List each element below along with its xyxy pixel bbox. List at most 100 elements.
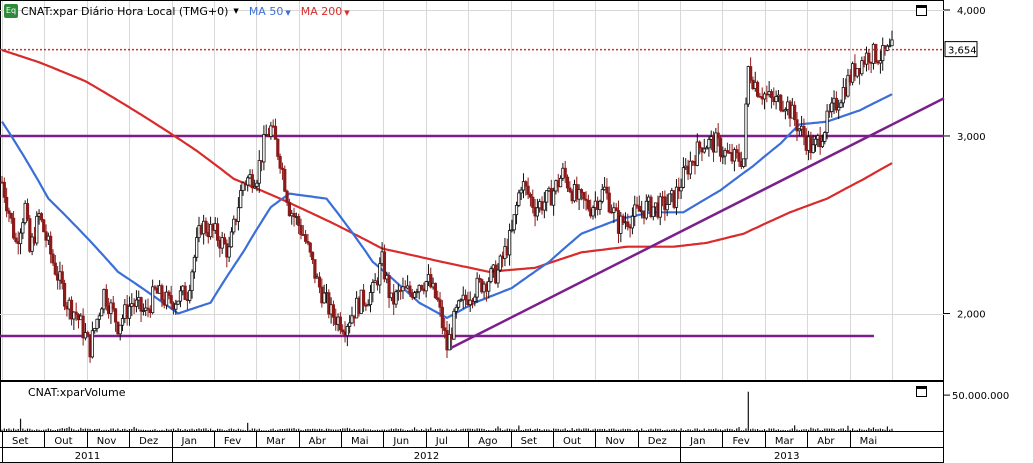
candle-body [614, 207, 618, 211]
last-price-marker: 3,654 [0, 41, 978, 58]
candle-body [419, 284, 424, 290]
candle-body [463, 294, 468, 301]
candle-body [607, 192, 611, 213]
candle-body [424, 281, 428, 292]
ma50-path [1, 93, 893, 320]
candle-body [605, 186, 609, 194]
month-label: Ago [478, 436, 497, 447]
candle-body [111, 302, 115, 310]
candle-body [97, 315, 101, 320]
candle-body [229, 231, 234, 248]
month-label: Jun [392, 436, 409, 447]
y-tick-label: 3,000 [957, 132, 986, 143]
candle-body [160, 285, 164, 301]
candle-body [512, 214, 516, 231]
candle-body [749, 66, 753, 81]
candle-body [169, 295, 173, 304]
volume-tick-label: 50.000.000 [952, 391, 1009, 402]
candle-body [195, 237, 199, 258]
candle-body [151, 286, 155, 314]
gridlines [0, 1, 944, 380]
candle-body [681, 167, 686, 188]
candle-body [167, 291, 171, 296]
candle-body [236, 207, 241, 222]
candle-body [176, 300, 180, 305]
candle-body [744, 103, 748, 160]
volume-axis: 50.000.000 [944, 391, 1009, 402]
month-label: Jan [689, 436, 705, 447]
ma200-legend[interactable]: MA 200 ▼ [301, 5, 350, 18]
maximize-icon[interactable] [916, 386, 927, 397]
candle-body [769, 91, 774, 99]
candle-body [839, 102, 843, 108]
candle-body [313, 259, 317, 279]
candle-body [626, 221, 630, 228]
candle-body [239, 190, 243, 209]
symbol-label[interactable]: CNAT:xpar Diário Hora Local (TMG+0) [21, 5, 228, 18]
candle-body [204, 220, 208, 233]
candle-body [250, 174, 254, 189]
ma50-label: MA 50 [248, 4, 284, 18]
maximize-icon[interactable] [916, 5, 927, 16]
candle-body [528, 193, 533, 198]
candle-body [813, 138, 818, 146]
candle-body [507, 230, 512, 256]
candle-body [95, 318, 99, 329]
candle-body [456, 300, 461, 308]
volume-panel-frame [0, 381, 944, 432]
candle-body [545, 190, 549, 203]
candle-body [526, 185, 530, 195]
candle-body [524, 181, 528, 187]
candle-body [443, 327, 447, 331]
candle-body [707, 139, 711, 149]
candle-body [658, 196, 662, 218]
month-label: Mai [351, 436, 369, 447]
candle-body [317, 276, 322, 288]
candle-body [127, 305, 132, 319]
candle-body [338, 316, 342, 331]
month-label: Out [54, 436, 72, 447]
candle-body [802, 125, 806, 137]
candle-body [579, 189, 584, 193]
candle-body [139, 297, 143, 312]
candle-body [552, 190, 556, 206]
candle-body [487, 281, 491, 292]
candle-body [412, 292, 417, 298]
candle-body [874, 43, 878, 63]
month-label: Dez [139, 436, 158, 447]
month-label: Abr [309, 436, 327, 447]
year-label: 2012 [414, 451, 439, 462]
candle-body [667, 193, 672, 205]
candle-body [433, 282, 438, 299]
candle-body [531, 196, 535, 208]
month-label: Set [521, 436, 538, 447]
candle-body [120, 318, 125, 326]
candle-body [438, 299, 442, 308]
candle-body [104, 289, 108, 307]
candle-body [215, 223, 220, 241]
candle-body [322, 292, 326, 304]
candle-body [688, 160, 692, 175]
candle-body [255, 182, 259, 187]
month-label: Jul [435, 436, 448, 447]
chart-window: 4,000 3,000 2,000 50.000.000 3,654 Set Out N… [0, 0, 1033, 463]
candle-body [408, 285, 412, 294]
candle-body [837, 106, 841, 111]
caret-down-icon[interactable]: ▼ [344, 9, 349, 17]
y-tick-label: 2,000 [957, 310, 986, 321]
candle-body [582, 192, 586, 200]
candle-body [21, 222, 25, 234]
candle-body [53, 262, 57, 275]
month-label: Fev [224, 436, 241, 447]
last-price-label: 3,654 [948, 46, 977, 57]
caret-down-icon[interactable]: ▼ [233, 7, 238, 15]
candle-body [371, 282, 375, 293]
candle-body [679, 186, 683, 192]
candle-body [496, 269, 500, 284]
candle-body [665, 204, 669, 211]
equity-badge[interactable]: Eq [4, 4, 18, 18]
ma50-legend[interactable]: MA 50 ▼ [249, 5, 291, 18]
caret-down-icon[interactable]: ▼ [285, 9, 290, 17]
candle-body [519, 189, 523, 194]
y-tick-label: 4,000 [957, 6, 986, 17]
